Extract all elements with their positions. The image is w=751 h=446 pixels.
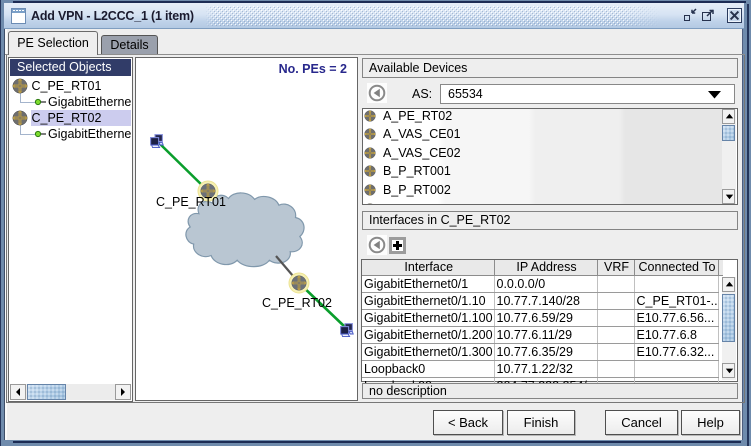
- svg-text:C_PE_RT02: C_PE_RT02: [262, 296, 332, 310]
- svg-text:C_PE_RT01: C_PE_RT01: [156, 195, 226, 209]
